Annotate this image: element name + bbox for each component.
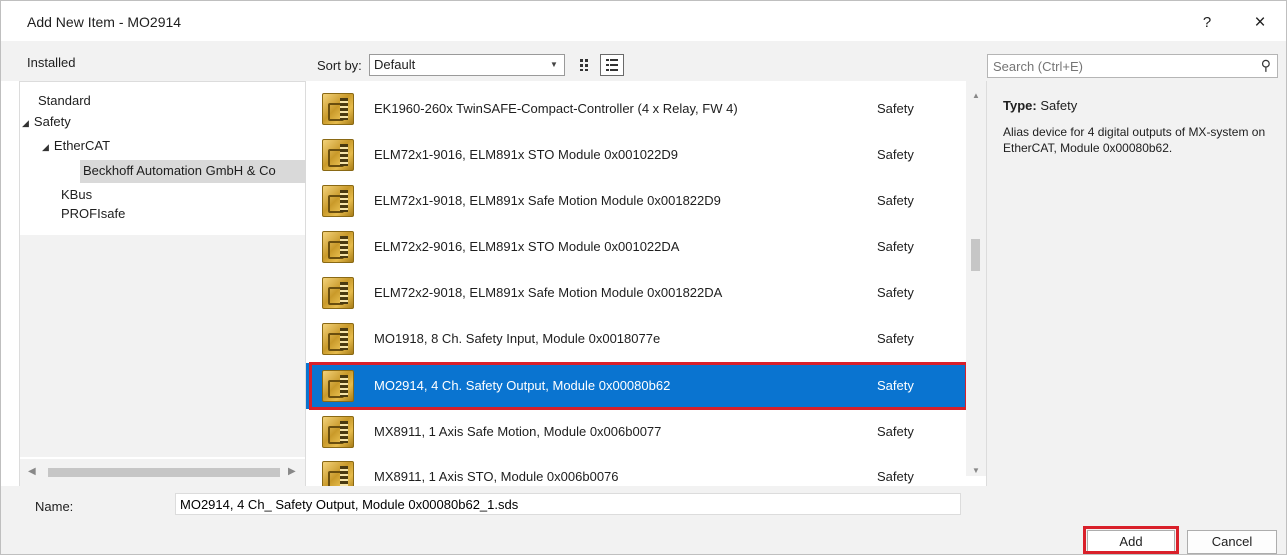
list-item-selected[interactable]: MO2914, 4 Ch. Safety Output, Module 0x00… [306,363,966,409]
twinsafe-module-icon [322,93,354,125]
tree-item-beckhoff[interactable]: Beckhoff Automation GmbH & Co [83,163,276,178]
twinsafe-module-icon [322,139,354,171]
scrollbar-thumb[interactable] [48,468,280,477]
search-icon[interactable]: ⚲ [1261,57,1271,74]
tree-empty-area [20,235,305,457]
item-category: Safety [877,101,914,116]
list-item[interactable]: MX8911, 1 Axis Safe Motion, Module 0x006… [306,409,966,455]
tree-item-label: KBus [61,187,93,202]
twinsafe-module-icon [322,277,354,309]
tree-item-kbus[interactable]: KBus [61,187,92,202]
tree-item-label: Beckhoff Automation GmbH & Co [83,163,276,178]
list-item[interactable]: EK1960-260x TwinSAFE-Compact-Controller … [306,86,966,132]
twinsafe-module-icon [322,416,354,448]
item-description: Alias device for 4 digital outputs of MX… [1003,125,1266,155]
list-item[interactable]: ELM72x1-9016, ELM891x STO Module 0x00102… [306,132,966,178]
tree-item-ethercat[interactable]: ◢ EtherCAT [42,138,110,153]
scrollbar-thumb[interactable] [971,239,980,271]
item-name: ELM72x2-9016, ELM891x STO Module 0x00102… [374,239,680,254]
medium-icons-view-icon[interactable] [576,54,596,76]
scroll-down-icon[interactable]: ▼ [972,466,980,475]
tree-item-label: EtherCAT [53,138,111,153]
item-category: Safety [877,147,914,162]
tree-item-label: Safety [33,114,71,129]
type-label: Type: [1003,98,1037,113]
installed-header: Installed [27,55,76,70]
list-view-icon[interactable] [600,54,624,76]
item-name: MX8911, 1 Axis Safe Motion, Module 0x006… [374,424,662,439]
list-item[interactable]: ELM72x1-9018, ELM891x Safe Motion Module… [306,178,966,224]
twinsafe-module-icon [322,461,354,486]
search-input[interactable] [988,55,1238,77]
item-name: ELM72x1-9018, ELM891x Safe Motion Module… [374,193,721,208]
tree-item-label: Standard [38,93,91,108]
name-label: Name: [35,499,74,514]
item-category: Safety [877,193,914,208]
tree-item-standard[interactable]: Standard [38,93,91,108]
sort-by-dropdown[interactable]: Default ▼ [369,54,565,76]
item-name: ELM72x1-9016, ELM891x STO Module 0x00102… [374,147,679,162]
horizontal-scrollbar[interactable]: ◀ ▶ [20,459,305,486]
item-category: Safety [877,469,914,484]
grid-view-icon [580,59,588,71]
item-category: Safety [877,424,914,439]
item-category: Safety [877,331,914,346]
sort-by-label: Sort by: [317,58,362,73]
item-name: MO2914, 4 Ch. Safety Output, Module 0x00… [374,378,671,393]
scroll-right-icon[interactable]: ▶ [288,466,296,477]
category-tree: Standard ◢ Safety ◢ EtherCAT Beckhoff Auto… [19,81,306,486]
expand-arrow-icon[interactable]: ◢ [22,118,29,128]
footer: Name: Add Cancel [1,486,1286,554]
list-item[interactable]: ELM72x2-9018, ELM891x Safe Motion Module… [306,270,966,316]
search-box[interactable]: ⚲ [987,54,1278,78]
item-name: ELM72x2-9018, ELM891x Safe Motion Module… [374,285,723,300]
item-name: EK1960-260x TwinSAFE-Compact-Controller … [374,101,738,116]
item-category: Safety [877,378,914,393]
type-value: Safety [1040,98,1078,113]
add-button[interactable]: Add [1087,530,1175,554]
item-name: MO1918, 8 Ch. Safety Input, Module 0x001… [374,331,661,346]
item-name: MX8911, 1 Axis STO, Module 0x006b0076 [374,469,619,484]
close-button[interactable]: × [1245,9,1275,37]
list-item[interactable]: MX8911, 1 Axis STO, Module 0x006b0076 Sa… [306,454,966,486]
dropdown-arrow-icon: ▼ [550,60,558,69]
list-item[interactable]: ELM72x2-9016, ELM891x STO Module 0x00102… [306,224,966,270]
vertical-scrollbar[interactable]: ▲ ▼ [966,81,986,476]
list-item[interactable]: MO1918, 8 Ch. Safety Input, Module 0x001… [306,316,966,362]
title-bar: Add New Item - MO2914 ? × [1,1,1286,41]
item-list: EK1960-260x TwinSAFE-Compact-Controller … [306,81,986,486]
details-pane: Type: Safety Alias device for 4 digital … [986,81,1286,486]
scroll-up-icon[interactable]: ▲ [972,91,980,100]
cancel-button[interactable]: Cancel [1187,530,1277,554]
twinsafe-module-icon [322,231,354,263]
name-field[interactable] [175,493,961,515]
tree-item-safety[interactable]: ◢ Safety [22,114,71,129]
dialog-title: Add New Item - MO2914 [27,14,182,30]
twinsafe-module-icon [322,370,354,402]
header-band: Installed Sort by: Default ▼ ⚲ [1,41,1286,81]
item-category: Safety [877,239,914,254]
item-category: Safety [877,285,914,300]
help-button[interactable]: ? [1193,10,1221,36]
scroll-left-icon[interactable]: ◀ [28,466,36,477]
add-new-item-dialog: Add New Item - MO2914 ? × Installed Sort… [0,0,1287,555]
expand-arrow-icon[interactable]: ◢ [42,142,49,152]
type-line: Type: Safety [1003,98,1077,113]
twinsafe-module-icon [322,323,354,355]
tree-item-profisafe[interactable]: PROFIsafe [61,206,125,221]
twinsafe-module-icon [322,185,354,217]
sort-by-value: Default [374,57,416,72]
tree-item-label: PROFIsafe [61,206,126,221]
